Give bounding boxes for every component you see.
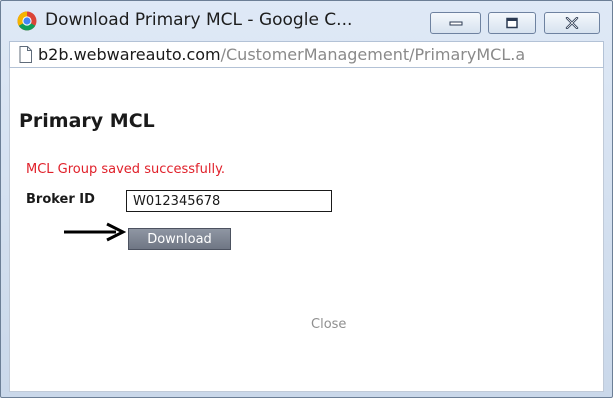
close-icon bbox=[565, 17, 579, 29]
broker-id-label: Broker ID bbox=[26, 192, 95, 207]
arrow-pointer-icon bbox=[64, 222, 126, 242]
success-message: MCL Group saved successfully. bbox=[26, 162, 226, 177]
close-window-button[interactable] bbox=[544, 12, 600, 34]
maximize-button[interactable] bbox=[488, 12, 536, 34]
maximize-icon bbox=[506, 17, 518, 29]
url-domain: b2b.webwareauto.com bbox=[38, 45, 221, 64]
minimize-icon bbox=[449, 21, 462, 26]
address-bar[interactable]: b2b.webwareauto.com/CustomerManagement/P… bbox=[9, 41, 604, 68]
download-button[interactable]: Download bbox=[128, 228, 231, 250]
url-text[interactable]: b2b.webwareauto.com/CustomerManagement/P… bbox=[38, 45, 603, 64]
page-icon bbox=[19, 46, 32, 63]
close-link[interactable]: Close bbox=[311, 317, 346, 332]
window-title: Download Primary MCL - Google C... bbox=[45, 10, 353, 30]
page-title: Primary MCL bbox=[19, 110, 155, 132]
minimize-button[interactable] bbox=[430, 12, 481, 34]
broker-id-input[interactable] bbox=[126, 190, 332, 212]
title-bar[interactable]: Download Primary MCL - Google C... bbox=[1, 1, 612, 41]
chrome-icon bbox=[17, 11, 37, 31]
url-path: /CustomerManagement/PrimaryMCL.a bbox=[220, 45, 526, 64]
